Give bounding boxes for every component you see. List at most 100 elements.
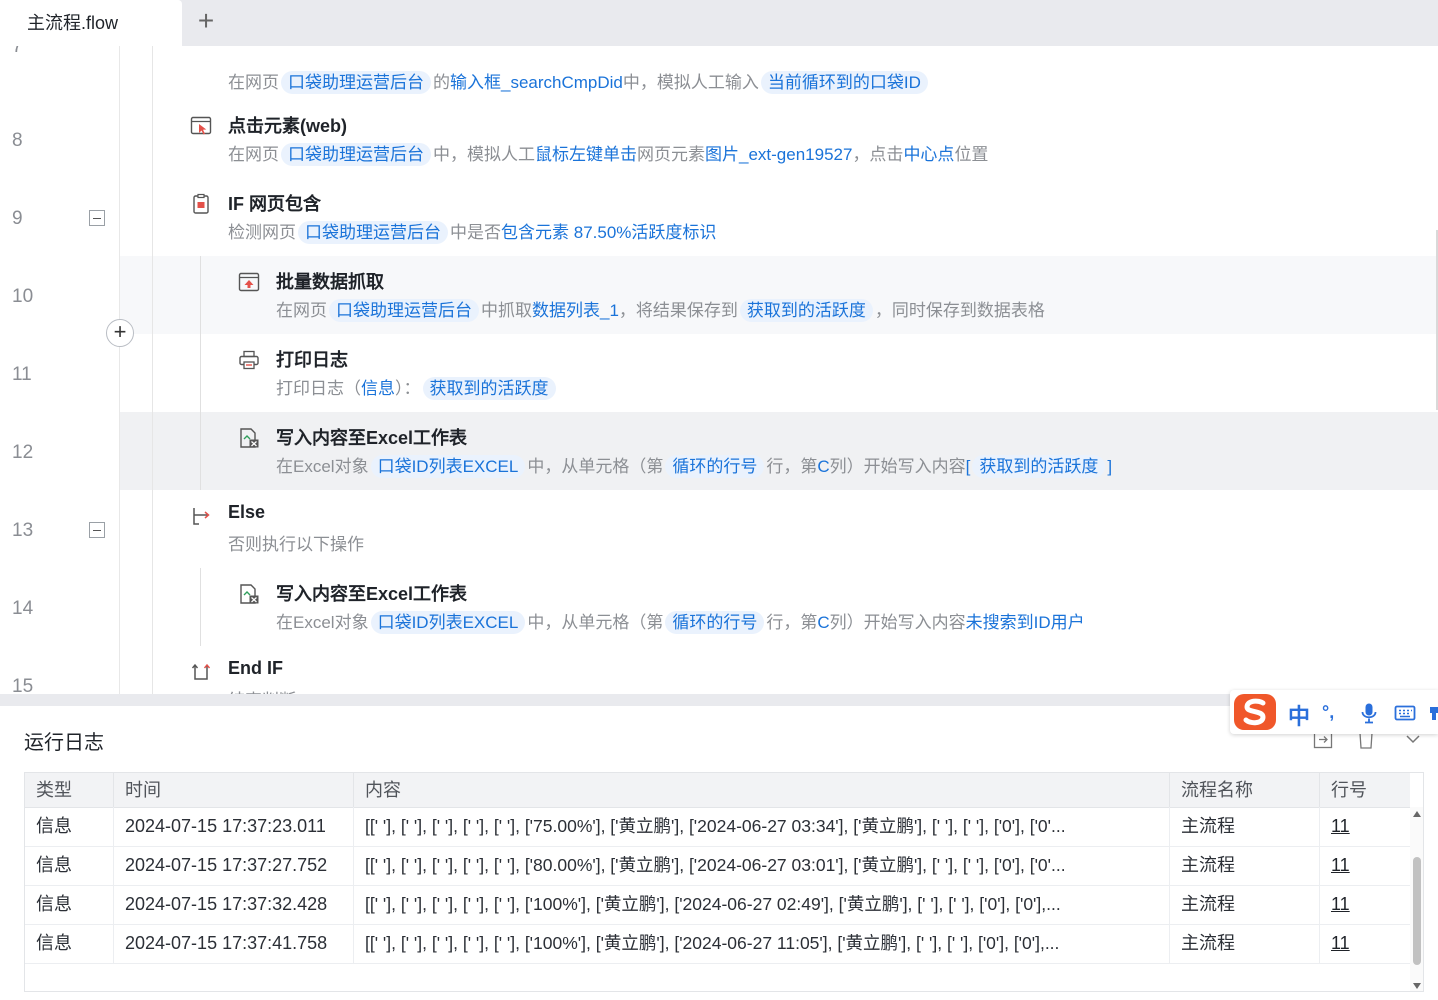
line-number: 14 [12, 598, 34, 619]
desc-text: 中，从单元格（第 [527, 457, 664, 476]
desc-text: 在Excel对象 [276, 457, 369, 476]
scroll-up-icon[interactable] [1413, 811, 1421, 817]
step-title: 写入内容至Excel工作表 [276, 428, 468, 448]
variable-tag[interactable]: 获取到的活跃度 [739, 299, 873, 322]
flow-step-row-8[interactable]: 8 点击元素(web) 在网页 口袋助理运营后台 中，模拟人工鼠标左键单击网页元素图… [0, 100, 1438, 178]
step-description: 在Excel对象 口袋ID列表EXCEL 中，从单元格（第 循环的行号 行，第C列）开始… [276, 608, 1085, 634]
add-tab-button[interactable]: + [192, 7, 220, 36]
desc-text: 列）开始写入内容 [829, 613, 966, 632]
table-row[interactable]: 信息 2024-07-15 17:37:23.011 [[' '], [' ']… [25, 807, 1410, 847]
step-title: 批量数据抓取 [276, 272, 384, 292]
column-header-type: 类型 [25, 773, 114, 807]
variable-tag[interactable]: 口袋助理运营后台 [329, 299, 479, 322]
line-number: 15 [12, 676, 34, 694]
desc-text: 位置 [954, 145, 989, 164]
line-link[interactable]: 11 [1320, 846, 1410, 885]
flow-step-row-11[interactable]: 11 打印日志 打印日志（信息）： 获取到的活跃度 [0, 334, 1438, 412]
ime-mode-label[interactable]: 中 [1288, 699, 1310, 731]
desc-text: 列）开始写入内容 [829, 457, 966, 476]
scroll-down-icon[interactable] [1413, 983, 1421, 989]
table-row[interactable]: 信息 2024-07-15 17:37:27.752 [[' '], [' ']… [25, 846, 1410, 886]
column-header-time: 时间 [114, 773, 354, 807]
table-row[interactable]: 信息 2024-07-15 17:37:41.758 [[' '], [' ']… [25, 924, 1410, 964]
variable-tag[interactable]: 获取到的活跃度 [972, 455, 1106, 478]
excel-write-icon [240, 428, 259, 448]
parameter-link[interactable]: 输入框_searchCmpDid [450, 73, 623, 92]
parameter-link[interactable]: 包含元素 [501, 223, 569, 242]
variable-tag[interactable]: 口袋ID列表EXCEL [370, 455, 526, 478]
desc-text: 检测网页 [228, 223, 296, 242]
parameter-link[interactable]: 鼠标左键单击 [535, 145, 637, 164]
desc-text: 在网页 [276, 301, 327, 320]
desc-text: 中，模拟人工 [433, 145, 535, 164]
table-row[interactable]: 信息 2024-07-15 17:37:32.428 [[' '], [' ']… [25, 885, 1410, 925]
flow-step-row-12[interactable]: 12 写入内容至Excel工作表 在Excel对象 口袋ID列表EXCEL 中，从单… [0, 412, 1438, 490]
end-if-icon [191, 663, 211, 680]
desc-text: 在网页 [228, 145, 279, 164]
step-title: Else [228, 502, 266, 522]
parameter-link[interactable]: C [817, 457, 829, 476]
desc-text: 否则执行以下操作 [228, 535, 364, 554]
parameter-link[interactable]: 87.50%活跃度标识 [574, 223, 717, 242]
variable-tag[interactable]: 口袋ID列表EXCEL [370, 611, 526, 634]
desc-text: 中是否 [450, 223, 501, 242]
step-description: 结束判断 [228, 686, 296, 694]
ime-toolbar[interactable]: 中 °, [1230, 690, 1438, 734]
flow-step-row-14[interactable]: 14 写入内容至Excel工作表 在Excel对象 口袋ID列表EXCEL 中，从单… [0, 568, 1438, 646]
variable-tag[interactable]: 口袋助理运营后台 [281, 71, 431, 94]
run-log-title: 运行日志 [24, 732, 104, 754]
parameter-link[interactable]: 未搜索到ID用户 [966, 613, 1085, 632]
tab-main-flow[interactable]: 主流程.flow [0, 0, 182, 46]
insert-step-button[interactable]: + [106, 319, 134, 347]
tab-label: 主流程.flow [27, 13, 119, 33]
flow-step-row-15[interactable]: 15 End IF 结束判断 [0, 646, 1438, 694]
line-number: 11 [12, 364, 32, 385]
variable-tag[interactable]: 循环的行号 [665, 455, 765, 478]
line-link[interactable]: 11 [1320, 807, 1410, 846]
step-description: 在Excel对象 口袋ID列表EXCEL 中，从单元格（第 循环的行号 行，第C列）开始… [276, 452, 1112, 478]
flow-editor: 7 在网页 口袋助理运营后台 的输入框_searchCmpDid中，模拟人工输入 当前… [0, 46, 1438, 694]
column-header-content: 内容 [354, 773, 1170, 807]
step-title: 点击元素(web) [228, 116, 347, 136]
column-header-line: 行号 [1331, 780, 1367, 800]
panel-splitter[interactable] [0, 694, 1438, 706]
parameter-link[interactable]: 数据列表_1 [532, 301, 619, 320]
parameter-link[interactable]: C [817, 613, 829, 632]
desc-text: 中，模拟人工输入 [622, 73, 759, 92]
line-link[interactable]: 11 [1320, 885, 1410, 924]
flow-step-row-13[interactable]: 13 Else 否则执行以下操作 [0, 490, 1438, 568]
parameter-link[interactable]: ] [1107, 457, 1112, 476]
flow-step-row-9[interactable]: 9 IF 网页包含 检测网页 口袋助理运营后台 中是否包含元素 87.50%活跃度标… [0, 178, 1438, 256]
sogou-logo-icon[interactable] [1232, 692, 1278, 732]
parameter-link[interactable]: 图片_ext-gen19527 [705, 145, 852, 164]
line-number: 7 [12, 46, 23, 57]
desc-text: 的 [433, 73, 450, 92]
line-link[interactable]: 11 [1320, 924, 1410, 963]
flow-step-row-7[interactable]: 7 在网页 口袋助理运营后台 的输入框_searchCmpDid中，模拟人工输入 当前… [0, 46, 1438, 94]
else-branch-icon [193, 508, 210, 525]
keyboard-icon[interactable] [1394, 702, 1416, 724]
parameter-link[interactable]: [ [966, 457, 971, 476]
line-number: 8 [12, 130, 23, 151]
collapse-toggle[interactable] [89, 522, 105, 538]
collapse-toggle[interactable] [89, 210, 105, 226]
variable-tag[interactable]: 当前循环到的口袋ID [760, 71, 928, 94]
ime-more-icon[interactable] [1428, 702, 1438, 724]
run-log-table: 类型 时间 内容 流程名称 行号 信息 2024-07-15 17:37:23.… [24, 772, 1424, 992]
microphone-icon[interactable] [1358, 702, 1380, 724]
variable-tag[interactable]: 获取到的活跃度 [422, 377, 556, 400]
flow-step-row-10[interactable]: 10 批量数据抓取 在网页 口袋助理运营后台 中抓取数据列表_1，将结果保存到 获取到… [0, 256, 1438, 334]
click-element-icon [190, 116, 212, 135]
parameter-link[interactable]: 中心点 [903, 145, 954, 164]
table-scrollbar[interactable] [1410, 807, 1423, 991]
step-description: 在网页 口袋助理运营后台 的输入框_searchCmpDid中，模拟人工输入 当前循环… [228, 68, 930, 94]
variable-tag[interactable]: 循环的行号 [665, 611, 765, 634]
variable-tag[interactable]: 口袋助理运营后台 [298, 221, 448, 244]
excel-write-icon [240, 584, 259, 604]
variable-tag[interactable]: 口袋助理运营后台 [281, 143, 431, 166]
step-description: 在网页 口袋助理运营后台 中抓取数据列表_1，将结果保存到 获取到的活跃度 ，同时保存到… [276, 296, 1045, 322]
desc-text: 中，从单元格（第 [527, 613, 664, 632]
ime-punctuation-label[interactable]: °, [1322, 702, 1344, 724]
scroll-thumb[interactable] [1413, 857, 1421, 965]
parameter-link[interactable]: 信息 [361, 379, 395, 398]
